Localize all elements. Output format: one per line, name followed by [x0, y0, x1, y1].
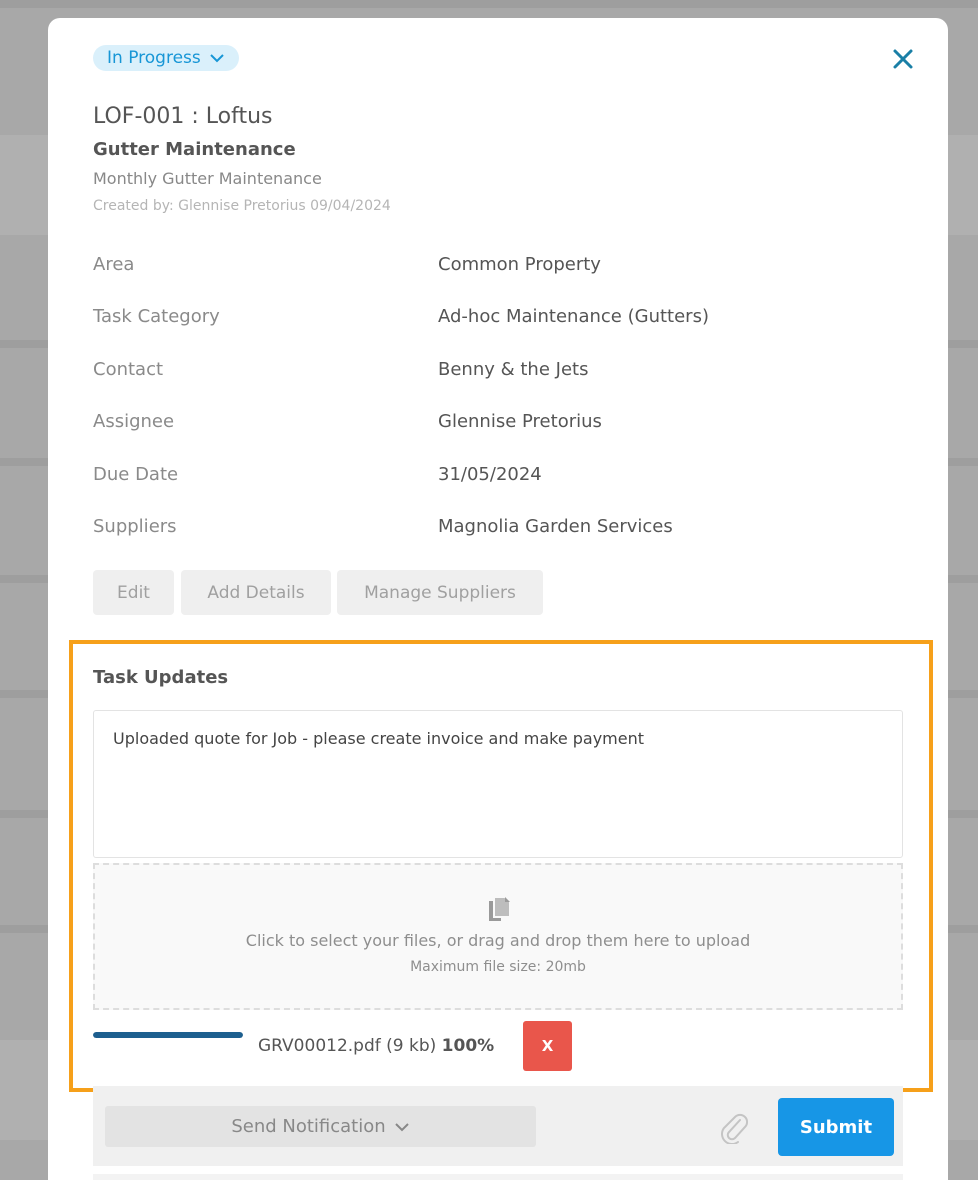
task-modal: In Progress LOF-001 : Loftus Gutter Main…: [48, 18, 948, 1180]
detail-row-area: Area Common Property: [93, 254, 913, 280]
task-description: Monthly Gutter Maintenance: [93, 169, 322, 188]
status-label: In Progress: [107, 48, 201, 68]
detail-row-task-category: Task Category Ad-hoc Maintenance (Gutter…: [93, 306, 913, 332]
add-details-button[interactable]: Add Details: [181, 570, 331, 615]
chevron-down-icon: [210, 54, 224, 63]
detail-value: Ad-hoc Maintenance (Gutters): [438, 306, 709, 327]
status-dropdown[interactable]: In Progress: [93, 45, 239, 71]
detail-label: Assignee: [93, 411, 175, 432]
task-created-by: Created by: Glennise Pretorius 09/04/202…: [93, 198, 391, 214]
detail-row-contact: Contact Benny & the Jets: [93, 359, 913, 385]
detail-row-suppliers: Suppliers Magnolia Garden Services: [93, 516, 913, 542]
task-name: Gutter Maintenance: [93, 139, 296, 160]
detail-row-assignee: Assignee Glennise Pretorius: [93, 411, 913, 437]
detail-value: Common Property: [438, 254, 601, 275]
detail-label: Contact: [93, 359, 164, 380]
detail-value: Glennise Pretorius: [438, 411, 602, 432]
send-notification-dropdown[interactable]: Send Notification: [105, 1106, 536, 1147]
manage-suppliers-button[interactable]: Manage Suppliers: [337, 570, 543, 615]
close-icon[interactable]: [891, 47, 915, 71]
send-notification-label: Send Notification: [231, 1116, 386, 1137]
highlight-box: [69, 640, 933, 1092]
detail-label: Task Category: [93, 306, 220, 327]
detail-value: Magnolia Garden Services: [438, 516, 673, 537]
submit-button[interactable]: Submit: [778, 1098, 894, 1156]
detail-label: Suppliers: [93, 516, 177, 537]
action-bar: Send Notification Submit: [93, 1086, 903, 1166]
detail-value: 31/05/2024: [438, 464, 542, 485]
detail-label: Due Date: [93, 464, 179, 485]
edit-button[interactable]: Edit: [93, 570, 174, 615]
chevron-down-icon: [394, 1122, 409, 1131]
detail-value: Benny & the Jets: [438, 359, 589, 380]
detail-row-due-date: Due Date 31/05/2024: [93, 464, 913, 490]
bottom-strip: [93, 1174, 903, 1180]
paperclip-icon[interactable]: [718, 1110, 748, 1144]
background-divider: [0, 0, 978, 8]
task-title: LOF-001 : Loftus: [93, 104, 273, 129]
detail-label: Area: [93, 254, 135, 275]
